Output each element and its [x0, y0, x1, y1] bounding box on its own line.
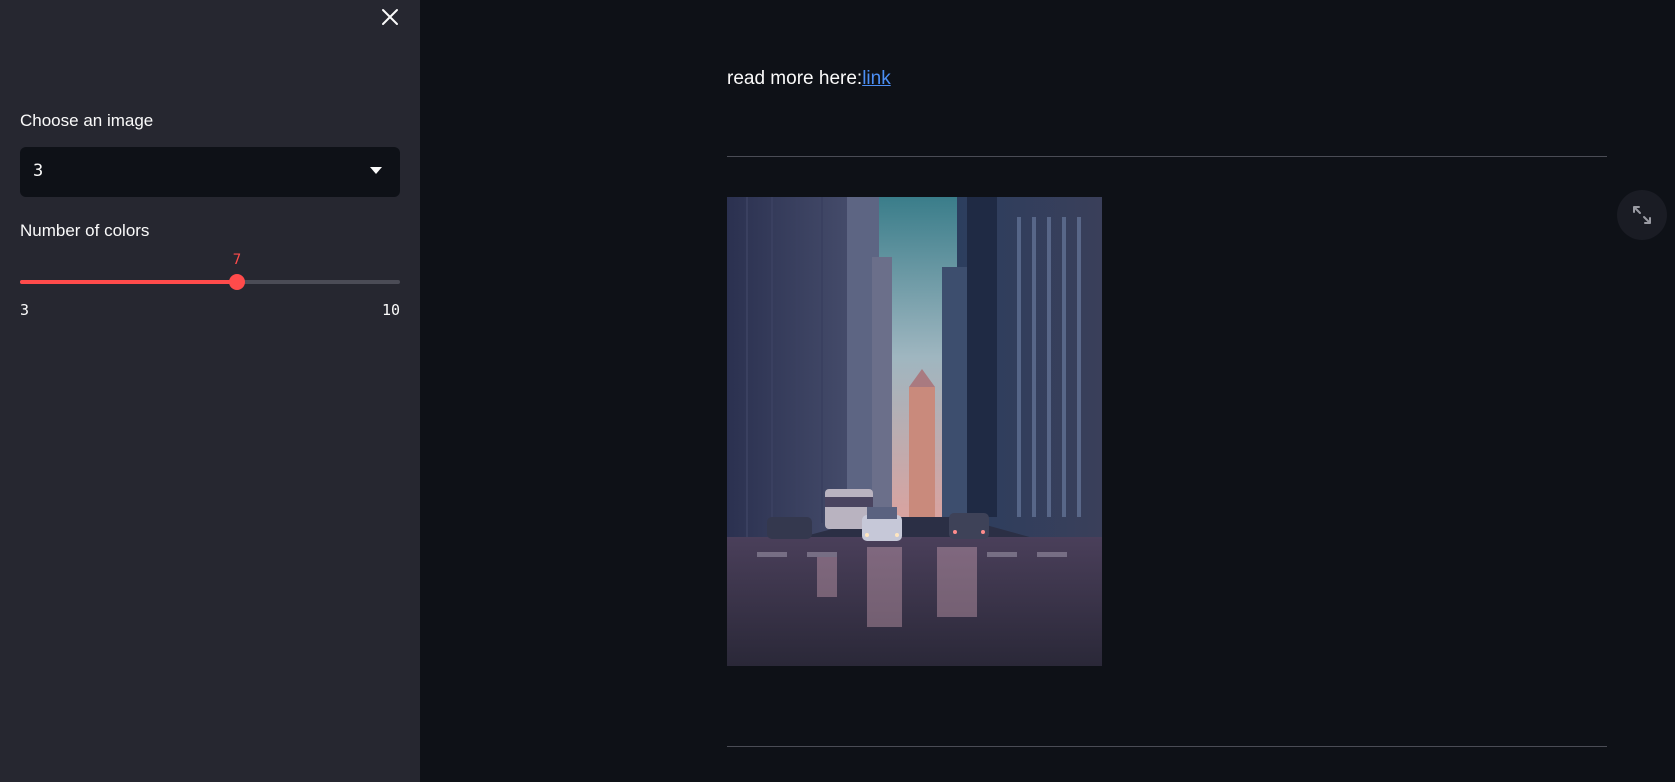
- caret-down-icon: [370, 167, 382, 174]
- divider-top: [727, 156, 1607, 157]
- colors-slider[interactable]: 7 3 10: [20, 250, 400, 320]
- close-icon: [382, 9, 398, 25]
- slider-max-value: 10: [381, 301, 400, 319]
- image-select-label: Choose an image: [20, 111, 154, 130]
- slider-fill: [20, 280, 237, 284]
- fullscreen-button[interactable]: [1617, 190, 1667, 240]
- slider-current-value: 7: [232, 252, 242, 268]
- read-more-label: read more here:: [727, 68, 863, 89]
- app: Choose an image 3 Number of colors 7 3 1…: [0, 0, 1675, 782]
- image-select[interactable]: 3: [20, 147, 400, 197]
- slider-thumb[interactable]: [229, 274, 245, 290]
- slider-track[interactable]: [20, 274, 400, 290]
- divider-bottom: [727, 746, 1607, 747]
- fullscreen-icon: [1633, 206, 1651, 224]
- image-select-value: 3: [33, 161, 44, 181]
- sidebar: Choose an image 3 Number of colors 7 3 1…: [0, 0, 420, 782]
- city-street-image: [727, 197, 1102, 666]
- slider-min-value: 3: [20, 301, 30, 319]
- read-more-text: read more here:link: [727, 68, 891, 90]
- read-more-link[interactable]: link: [862, 68, 891, 89]
- colors-slider-label: Number of colors: [20, 221, 150, 240]
- close-sidebar-button[interactable]: [378, 5, 402, 29]
- main-content: read more here:link: [420, 0, 1675, 782]
